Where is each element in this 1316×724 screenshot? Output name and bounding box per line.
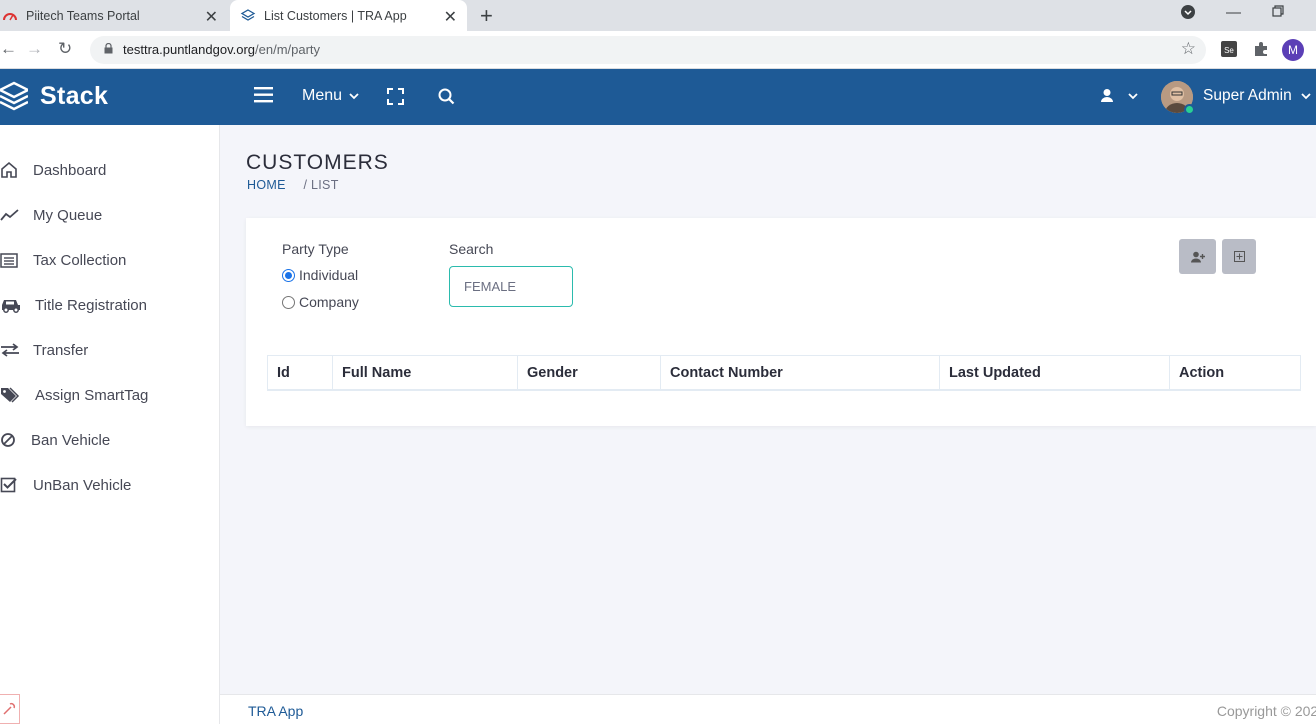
add-customer-button[interactable] bbox=[1179, 239, 1216, 274]
radio-company[interactable]: Company bbox=[282, 294, 359, 310]
user-dropdown[interactable] bbox=[1100, 88, 1140, 109]
radio-label: Individual bbox=[299, 267, 359, 283]
layers-icon bbox=[240, 8, 256, 24]
url-field[interactable]: testtra.puntlandgov.org/en/m/party ☆ bbox=[90, 36, 1206, 64]
tool-icon bbox=[3, 702, 16, 715]
ban-icon bbox=[0, 430, 22, 450]
page-title: CUSTOMERS bbox=[246, 151, 389, 174]
breadcrumb: HOME / LIST bbox=[247, 178, 339, 192]
avatar[interactable] bbox=[1161, 81, 1195, 115]
column-header-id[interactable]: Id bbox=[268, 356, 333, 390]
sidebar-item-label: Tax Collection bbox=[33, 251, 127, 269]
breadcrumb-home[interactable]: HOME bbox=[247, 178, 286, 192]
sidebar-item-unban-vehicle[interactable]: UnBan Vehicle bbox=[0, 473, 131, 497]
browser-tab-title: List Customers | TRA App bbox=[264, 8, 407, 23]
radio-individual[interactable]: Individual bbox=[282, 267, 358, 283]
check-square-icon bbox=[0, 475, 22, 495]
column-header-gender[interactable]: Gender bbox=[518, 356, 661, 390]
plus-square-icon bbox=[1233, 251, 1245, 262]
sidebar-item-my-queue[interactable]: My Queue bbox=[0, 203, 102, 227]
sidebar-item-label: Title Registration bbox=[35, 296, 147, 314]
forward-icon[interactable]: → bbox=[26, 39, 43, 59]
sidebar-item-ban-vehicle[interactable]: Ban Vehicle bbox=[0, 428, 110, 452]
breadcrumb-current: / LIST bbox=[303, 178, 339, 192]
back-icon[interactable]: ← bbox=[0, 39, 17, 59]
sidebar-item-label: UnBan Vehicle bbox=[33, 476, 132, 494]
trend-line-icon bbox=[0, 205, 22, 225]
browser-profile-avatar[interactable]: M bbox=[1282, 39, 1304, 61]
online-status-dot bbox=[1184, 104, 1195, 115]
sidebar-toggle-widget[interactable] bbox=[0, 694, 20, 724]
close-icon[interactable]: ✕ bbox=[444, 7, 457, 27]
search-label: Search bbox=[449, 241, 494, 257]
column-header-contact-number[interactable]: Contact Number bbox=[661, 356, 940, 390]
close-icon[interactable]: ✕ bbox=[205, 7, 218, 27]
user-name: Super Admin bbox=[1203, 87, 1292, 104]
user-plus-icon bbox=[1190, 251, 1205, 262]
search-input[interactable] bbox=[449, 266, 573, 307]
url-text: testtra.puntlandgov.org/en/m/party bbox=[123, 42, 321, 57]
sidebar-item-assign-smarttag[interactable]: Assign SmartTag bbox=[0, 383, 148, 407]
sidebar-item-tax-collection[interactable]: Tax Collection bbox=[0, 248, 126, 272]
new-tab-icon[interactable]: + bbox=[480, 3, 493, 29]
sidebar-item-label: Ban Vehicle bbox=[31, 431, 111, 449]
customers-table: Id Full Name Gender Contact Number Last … bbox=[267, 355, 1301, 391]
bookmark-star-icon[interactable]: ☆ bbox=[1181, 39, 1196, 59]
browser-address-bar: ← → ↻ testtra.puntlandgov.org/en/m/party… bbox=[0, 31, 1316, 69]
grid-view-button[interactable] bbox=[1222, 239, 1256, 274]
footer-app-name[interactable]: TRA App bbox=[248, 703, 303, 719]
sidebar-item-title-registration[interactable]: Title Registration bbox=[0, 293, 147, 317]
lock-icon bbox=[104, 43, 113, 54]
sidebar-item-label: My Queue bbox=[33, 206, 103, 224]
radio-circle[interactable] bbox=[282, 295, 295, 309]
footer-copyright: Copyright © 2021 bbox=[1216, 703, 1316, 719]
sidebar-item-label: Assign SmartTag bbox=[35, 386, 149, 404]
tab-search-icon[interactable] bbox=[1180, 4, 1196, 24]
exchange-icon bbox=[0, 340, 22, 360]
fullscreen-icon[interactable] bbox=[387, 88, 404, 110]
hamburger-icon[interactable] bbox=[254, 87, 274, 108]
sidebar-item-label: Dashboard bbox=[33, 161, 107, 179]
gauge-icon bbox=[2, 8, 18, 24]
restore-icon[interactable] bbox=[1272, 4, 1284, 21]
radio-label: Company bbox=[299, 294, 359, 310]
browser-tab-title: Piitech Teams Portal bbox=[26, 8, 140, 23]
svg-text:Se: Se bbox=[1224, 46, 1234, 55]
user-menu[interactable]: Super Admin bbox=[1203, 87, 1312, 105]
column-header-action[interactable]: Action bbox=[1170, 356, 1300, 390]
sidebar-item-transfer[interactable]: Transfer bbox=[0, 338, 88, 362]
radio-circle-checked[interactable] bbox=[282, 268, 295, 282]
menu-dropdown[interactable]: Menu bbox=[302, 87, 360, 105]
brand-name: Stack bbox=[40, 81, 109, 110]
column-header-full-name[interactable]: Full Name bbox=[333, 356, 518, 390]
list-icon bbox=[0, 250, 22, 270]
tags-icon bbox=[0, 385, 22, 405]
brand-logo[interactable]: Stack bbox=[0, 81, 108, 111]
chevron-down-icon bbox=[349, 93, 359, 100]
puzzle-extension-icon[interactable] bbox=[1252, 40, 1270, 58]
minimize-icon[interactable]: — bbox=[1226, 4, 1241, 21]
browser-tab-piitech[interactable]: Piitech Teams Portal ✕ bbox=[0, 0, 228, 31]
sidebar-item-label: Transfer bbox=[33, 341, 89, 359]
menu-label: Menu bbox=[302, 87, 343, 104]
browser-tab-active[interactable]: List Customers | TRA App ✕ bbox=[230, 0, 467, 31]
stack-layers-icon bbox=[0, 81, 28, 111]
search-icon[interactable] bbox=[438, 88, 455, 110]
party-type-label: Party Type bbox=[282, 241, 349, 257]
car-icon bbox=[0, 295, 22, 315]
sidebar-item-dashboard[interactable]: Dashboard bbox=[0, 158, 106, 182]
selenium-extension-icon[interactable]: Se bbox=[1220, 40, 1238, 58]
user-icon bbox=[1101, 89, 1138, 102]
chevron-down-icon bbox=[1301, 93, 1311, 100]
reload-icon[interactable]: ↻ bbox=[58, 39, 72, 59]
sidebar: Dashboard My Queue Tax Collection Title … bbox=[0, 125, 220, 724]
home-icon bbox=[0, 160, 22, 180]
footer: TRA App Copyright © 2021 bbox=[220, 694, 1316, 724]
column-header-last-updated[interactable]: Last Updated bbox=[940, 356, 1170, 390]
browser-tab-bar: Piitech Teams Portal ✕ List Customers | … bbox=[0, 0, 1316, 31]
customers-card: Party Type Individual Company Search Id … bbox=[246, 218, 1316, 426]
app-header: Stack Menu Super Admin bbox=[0, 69, 1316, 125]
